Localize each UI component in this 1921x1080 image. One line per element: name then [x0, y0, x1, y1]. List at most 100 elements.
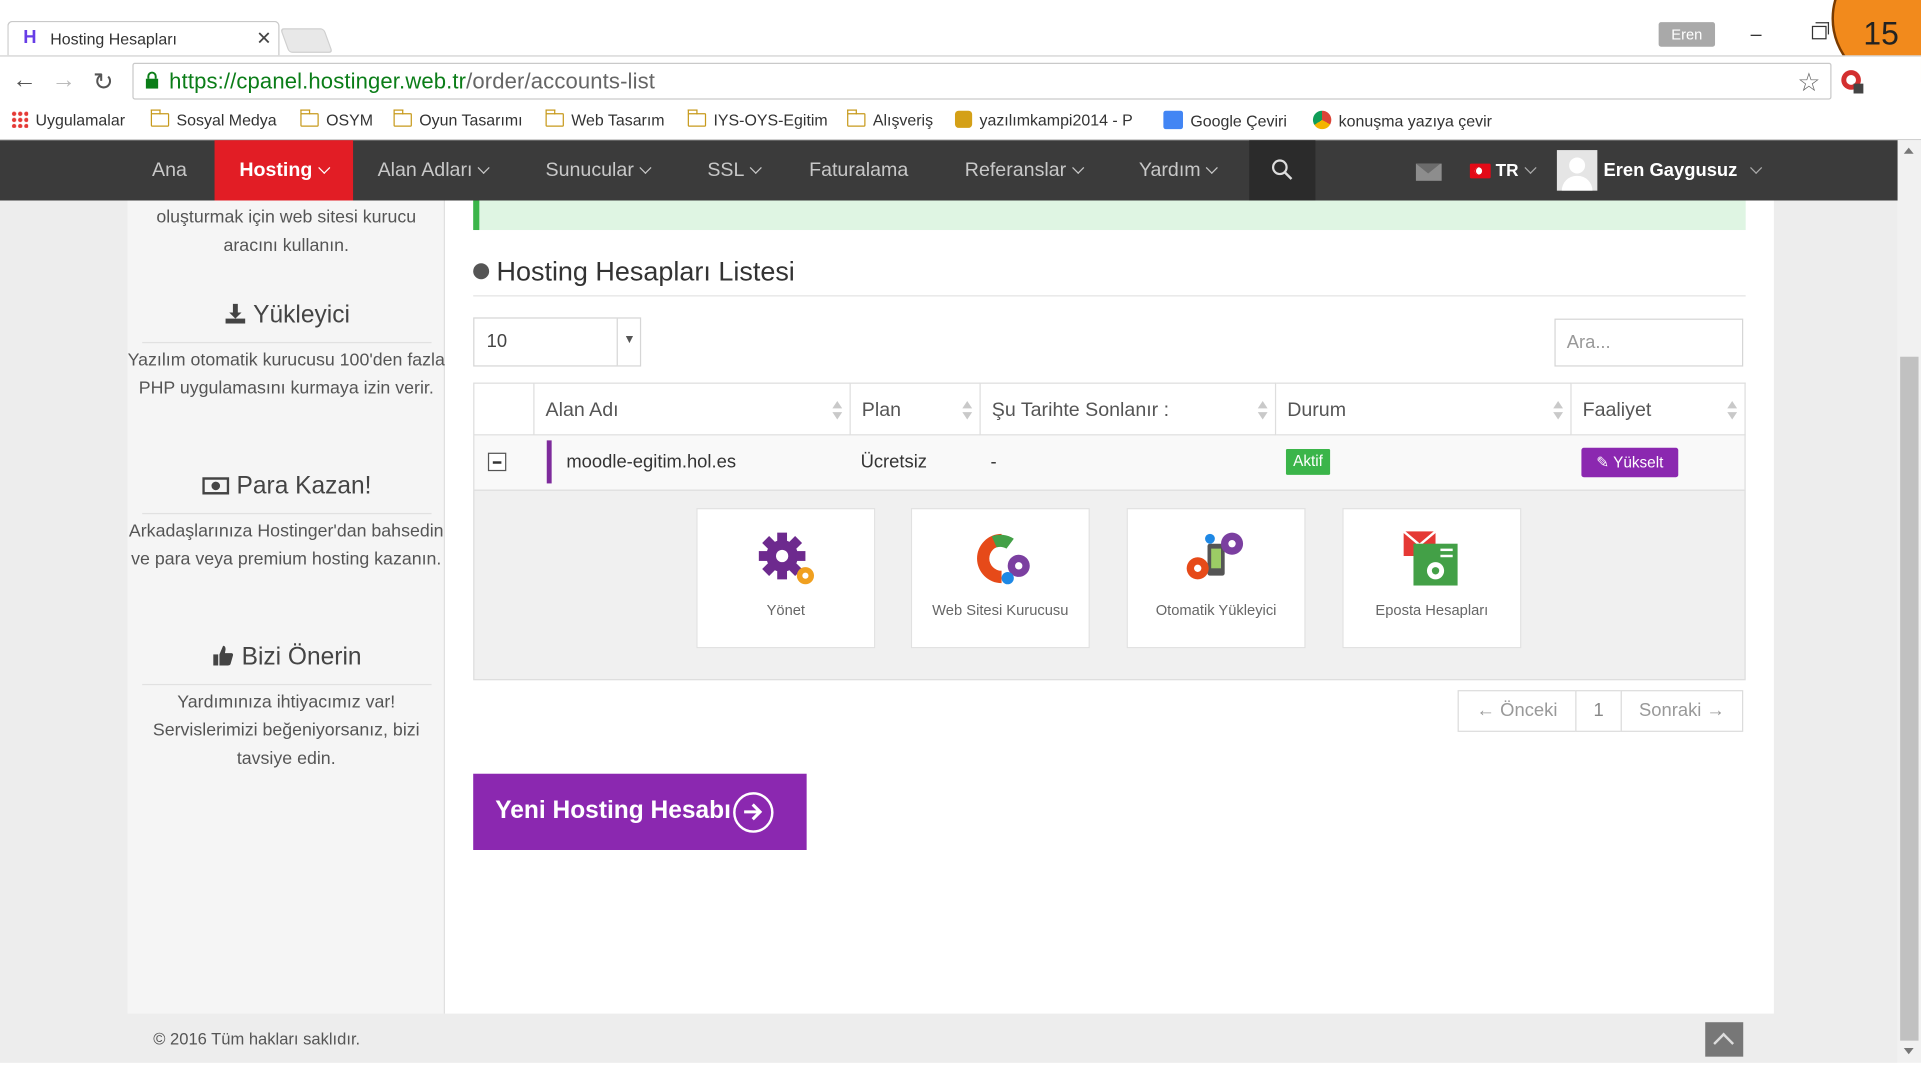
browser-tabstrip: H Hosting Hesapları ✕ Eren – 15 — [0, 0, 1921, 87]
hostinger-favicon-icon: H — [23, 27, 37, 48]
pagination-prev[interactable]: ← Önceki — [1457, 690, 1577, 732]
bookmark-apps[interactable]: Uygulamalar — [11, 110, 125, 129]
site-navbar: Ana Hosting Alan Adları Sunucular SSL Fa… — [0, 140, 1898, 201]
profile-badge[interactable]: Eren — [1658, 22, 1716, 47]
column-header-plan[interactable]: Plan — [850, 382, 981, 436]
browser-toolbar: ← → ↻ https://cpanel.hostinger.web.tr/or… — [0, 55, 1921, 105]
avatar[interactable] — [1556, 150, 1598, 191]
collapse-row-icon[interactable] — [487, 452, 507, 472]
table-search-input[interactable]: Ara... — [1554, 318, 1744, 367]
bottom-strip — [0, 1062, 1921, 1080]
tile-label: Otomatik Yükleyici — [1155, 601, 1277, 619]
tab-close-icon[interactable]: ✕ — [256, 27, 271, 49]
bookmark-folder[interactable]: OSYM — [300, 109, 373, 129]
chevron-down-icon — [750, 161, 763, 174]
bookmark-folder[interactable]: Sosyal Medya — [150, 109, 277, 129]
browser-tab[interactable]: H Hosting Hesapları ✕ — [7, 20, 280, 56]
chevron-down-icon — [1750, 161, 1763, 174]
folder-icon — [300, 109, 319, 127]
nav-ana[interactable]: Ana — [152, 140, 187, 200]
chevron-down-icon — [1524, 161, 1537, 174]
sidebar-text-bizi-onerin: Yardımınıza ihtiyacımız var! Servislerim… — [152, 692, 420, 769]
folder-icon — [687, 109, 707, 127]
bookmark-folder[interactable]: Oyun Tasarımı — [393, 109, 523, 129]
sort-icon — [962, 401, 973, 420]
cell-expires: - — [990, 451, 997, 473]
bookmark-folder[interactable]: Alışveriş — [847, 109, 933, 129]
language-selector[interactable]: TR — [1496, 140, 1537, 200]
tab-title: Hosting Hesapları — [50, 29, 177, 48]
bookmark-link[interactable]: konuşma yazıya çevir — [1312, 110, 1492, 130]
sidebar-text-yukleyici: Yazılım otomatik kurucusu 100'den fazla … — [127, 350, 445, 399]
scroll-to-top-button[interactable] — [1705, 1022, 1744, 1057]
tile-web-sitesi-kurucusu[interactable]: Web Sitesi Kurucusu — [910, 508, 1090, 649]
new-hosting-account-button[interactable]: Yeni Hosting Hesabı — [473, 773, 807, 850]
column-header-alan-adi[interactable]: Alan Adı — [534, 382, 851, 436]
back-icon[interactable]: ← — [12, 66, 37, 94]
tile-label: Web Sitesi Kurucusu — [932, 601, 1069, 619]
site-favicon-icon — [954, 110, 973, 128]
nav-faturalama[interactable]: Faturalama — [809, 140, 908, 200]
chevron-down-icon — [478, 161, 491, 174]
tile-otomatik-yukleyici[interactable]: Otomatik Yükleyici — [1126, 508, 1306, 649]
cell-domain: moodle-egitim.hol.es — [566, 451, 737, 473]
minimize-icon[interactable]: – — [1751, 25, 1762, 47]
thumbs-up-icon — [213, 645, 234, 666]
pagination-page[interactable]: 1 — [1575, 690, 1622, 732]
status-badge: Aktif — [1285, 448, 1331, 475]
new-tab-button[interactable] — [279, 28, 334, 53]
nav-yardim[interactable]: Yardım — [1139, 140, 1219, 200]
nav-search-button[interactable] — [1249, 140, 1316, 201]
reload-icon[interactable]: ↻ — [93, 66, 114, 97]
nav-sunucular[interactable]: Sunucular — [546, 140, 652, 200]
nav-ssl[interactable]: SSL — [707, 140, 763, 200]
bookmarks-bar: Uygulamalar Sosyal Medya OSYM Oyun Tasar… — [0, 104, 1921, 141]
dropdown-arrow-icon: ▼ — [616, 318, 642, 366]
sidebar-heading-bizi-onerin: Bizi Önerin — [142, 643, 432, 686]
apps-grid-icon — [11, 110, 29, 128]
cell-plan: Ücretsiz — [860, 451, 927, 473]
folder-icon — [545, 109, 564, 127]
search-icon — [1271, 159, 1293, 180]
folder-icon — [150, 109, 170, 127]
scroll-up-icon[interactable] — [1903, 147, 1914, 154]
address-bar[interactable]: https://cpanel.hostinger.web.tr/order/ac… — [132, 62, 1832, 100]
sidebar-intro-text: oluşturmak için web sitesi kurucu aracın… — [156, 207, 417, 256]
bookmark-folder[interactable]: Web Tasarım — [545, 109, 665, 129]
bookmark-folder[interactable]: IYS-OYS-Egitim — [687, 109, 828, 129]
gear-icon — [758, 532, 814, 585]
row-detail-panel — [473, 489, 1746, 681]
scroll-down-icon[interactable] — [1903, 1048, 1914, 1055]
upgrade-button[interactable]: ✎ Yükselt — [1581, 447, 1679, 478]
sort-icon — [1727, 401, 1738, 420]
google-translate-icon — [1163, 110, 1183, 130]
bookmark-link[interactable]: Google Çeviri — [1163, 110, 1287, 130]
sort-icon — [832, 401, 843, 420]
sidebar-text-para-kazan: Arkadaşlarınıza Hostinger'dan bahsedin v… — [128, 521, 444, 570]
page-title: Hosting Hesapları Listesi — [473, 256, 795, 288]
tile-eposta-hesaplari[interactable]: Eposta Hesapları — [1342, 508, 1522, 649]
divider — [473, 295, 1746, 297]
arrow-right-circle-icon — [733, 792, 774, 833]
page-size-select[interactable]: 10 ▼ — [473, 317, 642, 367]
nav-alan-adlari[interactable]: Alan Adları — [378, 140, 491, 200]
screen: H Hosting Hesapları ✕ Eren – 15 ← → ↻ ht… — [0, 0, 1921, 1080]
user-menu[interactable]: Eren Gaygusuz — [1603, 140, 1763, 200]
forward-icon[interactable]: → — [51, 66, 76, 94]
pagination-next[interactable]: Sonraki → — [1620, 690, 1744, 732]
nav-referanslar[interactable]: Referanslar — [965, 140, 1084, 200]
mail-icon[interactable] — [1415, 163, 1442, 181]
website-builder-icon — [977, 533, 1030, 585]
scrollbar-thumb[interactable] — [1900, 356, 1919, 1041]
column-header-durum[interactable]: Durum — [1276, 382, 1572, 436]
nav-hosting[interactable]: Hosting — [214, 140, 354, 201]
bookmark-link[interactable]: yazılımkampi2014 - P — [954, 110, 1133, 129]
extension-icon[interactable] — [1840, 68, 1865, 95]
footer-copyright: © 2016 Tüm hakları saklıdır. — [153, 1029, 361, 1049]
bookmark-star-icon[interactable]: ☆ — [1797, 68, 1820, 99]
column-header-faaliyet[interactable]: Faaliyet — [1571, 382, 1746, 436]
tile-label: Eposta Hesapları — [1375, 601, 1489, 619]
column-header-sonlanir[interactable]: Şu Tarihte Sonlanır : — [980, 382, 1277, 436]
restore-icon[interactable] — [1811, 22, 1830, 40]
tile-yonet[interactable]: Yönet — [696, 508, 876, 649]
